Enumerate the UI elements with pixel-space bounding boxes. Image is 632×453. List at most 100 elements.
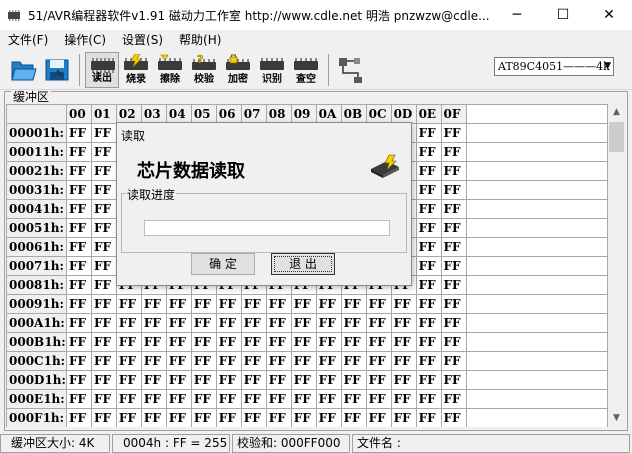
hex-cell[interactable]: FF — [65, 199, 92, 219]
program-button[interactable]: 烧录 — [119, 52, 153, 88]
hex-cell[interactable]: FF — [65, 123, 92, 143]
hex-cell[interactable]: FF — [315, 332, 342, 352]
hex-cell[interactable]: FF — [90, 218, 117, 238]
hex-cell[interactable]: FF — [140, 389, 167, 409]
hex-cell[interactable]: FF — [365, 370, 392, 390]
hex-cell[interactable]: FF — [365, 294, 392, 314]
hex-cell[interactable]: FF — [440, 180, 467, 200]
hex-cell[interactable]: FF — [365, 389, 392, 409]
hex-cell[interactable]: FF — [65, 180, 92, 200]
hex-cell[interactable]: FF — [440, 142, 467, 162]
hex-cell[interactable]: FF — [440, 408, 467, 427]
menu-operation[interactable]: 操作(C) — [56, 30, 114, 50]
hex-cell[interactable]: FF — [440, 123, 467, 143]
open-file-button[interactable] — [6, 52, 40, 88]
hex-cell[interactable]: FF — [415, 256, 442, 276]
hex-cell[interactable]: FF — [415, 332, 442, 352]
hex-cell[interactable]: FF — [390, 389, 417, 409]
hex-cell[interactable]: FF — [65, 389, 92, 409]
hex-cell[interactable]: FF — [165, 351, 192, 371]
hex-cell[interactable]: FF — [65, 332, 92, 352]
hex-cell[interactable]: FF — [340, 370, 367, 390]
hex-cell[interactable]: FF — [215, 389, 242, 409]
hex-cell[interactable]: FF — [340, 313, 367, 333]
hex-cell[interactable]: FF — [340, 332, 367, 352]
hex-cell[interactable]: FF — [265, 370, 292, 390]
hex-cell[interactable]: FF — [440, 275, 467, 295]
hex-cell[interactable]: FF — [440, 294, 467, 314]
hex-cell[interactable]: FF — [65, 408, 92, 427]
hex-cell[interactable]: FF — [390, 351, 417, 371]
hex-cell[interactable]: FF — [90, 408, 117, 427]
scrollbar-thumb[interactable] — [609, 122, 624, 152]
hex-cell[interactable]: FF — [265, 294, 292, 314]
hex-cell[interactable]: FF — [115, 294, 142, 314]
hex-cell[interactable]: FF — [90, 294, 117, 314]
hex-cell[interactable]: FF — [65, 256, 92, 276]
hex-cell[interactable]: FF — [215, 370, 242, 390]
maximize-button[interactable]: ☐ — [540, 0, 586, 30]
hex-cell[interactable]: FF — [90, 256, 117, 276]
hex-cell[interactable]: FF — [415, 408, 442, 427]
hex-cell[interactable]: FF — [190, 294, 217, 314]
hex-cell[interactable]: FF — [415, 161, 442, 181]
device-select[interactable]: AT89C4051———4k ▼ — [494, 57, 614, 76]
menu-file[interactable]: 文件(F) — [0, 30, 56, 50]
hex-cell[interactable]: FF — [290, 332, 317, 352]
hex-cell[interactable]: FF — [65, 142, 92, 162]
hex-cell[interactable]: FF — [290, 408, 317, 427]
verify-button[interactable]: ? 校验 — [187, 52, 221, 88]
hex-cell[interactable]: FF — [190, 408, 217, 427]
hex-cell[interactable]: FF — [440, 256, 467, 276]
minimize-button[interactable]: ─ — [494, 0, 540, 30]
hex-cell[interactable]: FF — [165, 408, 192, 427]
hex-cell[interactable]: FF — [90, 275, 117, 295]
hex-cell[interactable]: FF — [240, 351, 267, 371]
hex-cell[interactable]: FF — [440, 161, 467, 181]
hex-cell[interactable]: FF — [415, 180, 442, 200]
hex-cell[interactable]: FF — [315, 408, 342, 427]
hex-cell[interactable]: FF — [315, 351, 342, 371]
hex-cell[interactable]: FF — [140, 332, 167, 352]
hex-cell[interactable]: FF — [165, 389, 192, 409]
save-file-button[interactable] — [40, 52, 74, 88]
vertical-scrollbar[interactable]: ▲ ▼ — [608, 104, 625, 427]
hex-cell[interactable]: FF — [140, 370, 167, 390]
hex-cell[interactable]: FF — [65, 275, 92, 295]
hex-cell[interactable]: FF — [90, 332, 117, 352]
hex-cell[interactable]: FF — [290, 294, 317, 314]
hex-cell[interactable]: FF — [390, 332, 417, 352]
hex-cell[interactable]: FF — [390, 313, 417, 333]
hex-cell[interactable]: FF — [290, 389, 317, 409]
menu-help[interactable]: 帮助(H) — [171, 30, 229, 50]
hex-cell[interactable]: FF — [365, 408, 392, 427]
hex-cell[interactable]: FF — [90, 142, 117, 162]
blank-check-button[interactable]: 查空 — [289, 52, 323, 88]
hex-cell[interactable]: FF — [65, 370, 92, 390]
hex-cell[interactable]: FF — [140, 294, 167, 314]
hex-cell[interactable]: FF — [65, 313, 92, 333]
hex-cell[interactable]: FF — [190, 370, 217, 390]
hex-cell[interactable]: FF — [440, 351, 467, 371]
hex-cell[interactable]: FF — [90, 313, 117, 333]
hex-cell[interactable]: FF — [65, 351, 92, 371]
hex-cell[interactable]: FF — [115, 370, 142, 390]
hex-cell[interactable]: FF — [415, 199, 442, 219]
hex-cell[interactable]: FF — [90, 161, 117, 181]
hex-cell[interactable]: FF — [315, 313, 342, 333]
hex-cell[interactable]: FF — [415, 389, 442, 409]
hex-cell[interactable]: FF — [165, 294, 192, 314]
hex-cell[interactable]: FF — [265, 313, 292, 333]
menu-settings[interactable]: 设置(S) — [114, 30, 171, 50]
hex-cell[interactable]: FF — [440, 218, 467, 238]
hex-cell[interactable]: FF — [315, 370, 342, 390]
hex-cell[interactable]: FF — [90, 370, 117, 390]
hex-cell[interactable]: FF — [115, 351, 142, 371]
hex-cell[interactable]: FF — [65, 294, 92, 314]
hex-cell[interactable]: FF — [90, 237, 117, 257]
hex-cell[interactable]: FF — [240, 408, 267, 427]
hex-cell[interactable]: FF — [290, 370, 317, 390]
hex-cell[interactable]: FF — [115, 313, 142, 333]
connect-button[interactable] — [334, 52, 368, 88]
hex-cell[interactable]: FF — [140, 351, 167, 371]
